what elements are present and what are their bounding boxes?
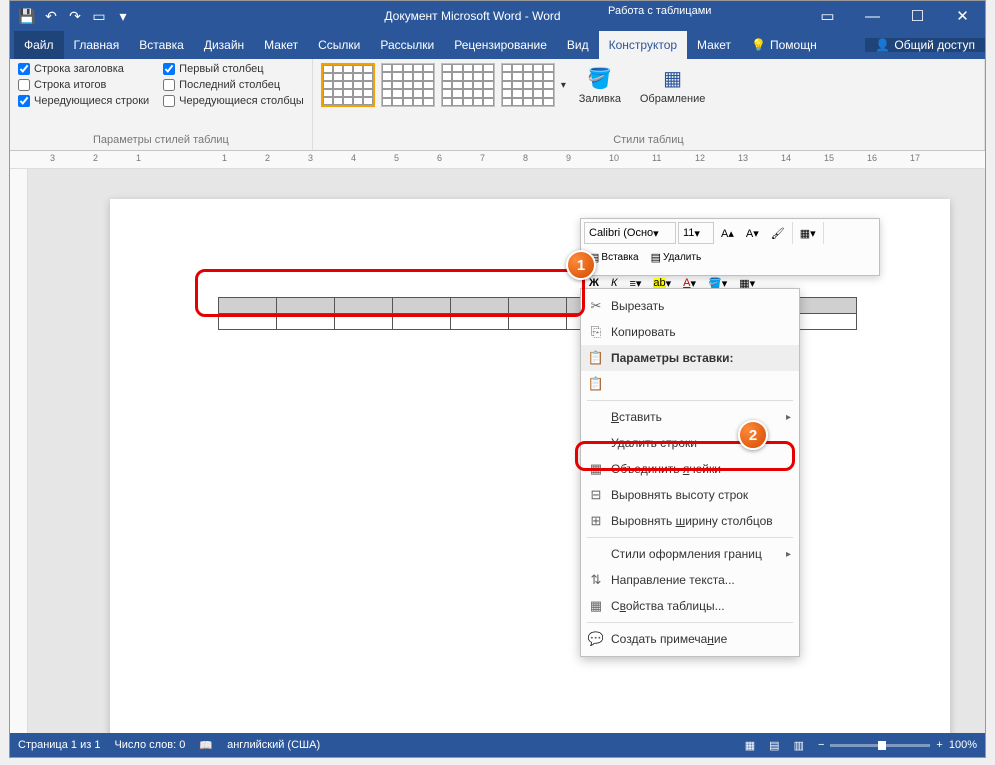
view-print-icon[interactable]: ▤ xyxy=(769,739,779,752)
tab-table-layout[interactable]: Макет xyxy=(687,31,741,59)
chk-header-row[interactable]: Строка заголовка xyxy=(18,63,149,75)
annotation-badge-2: 2 xyxy=(738,420,768,450)
undo-icon[interactable]: ↶ xyxy=(40,5,62,27)
merge-cells-icon: ▦ xyxy=(587,461,605,477)
zoom-slider[interactable]: − + 100% xyxy=(818,739,977,751)
zoom-out-icon[interactable]: − xyxy=(818,739,824,751)
group-label: Параметры стилей таблиц xyxy=(18,134,304,146)
context-menu: ✂Вырезать ⎘Копировать 📋Параметры вставки… xyxy=(580,288,800,657)
view-read-icon[interactable]: ▦ xyxy=(745,739,755,752)
table-style-4[interactable] xyxy=(501,63,555,107)
paste-icon: 📋 xyxy=(587,350,605,366)
status-bar: Страница 1 из 1 Число слов: 0 📖 английск… xyxy=(10,733,985,757)
ribbon-tabs: Файл Главная Вставка Дизайн Макет Ссылки… xyxy=(10,31,985,59)
redo-icon[interactable]: ↷ xyxy=(64,5,86,27)
styles-more-icon[interactable]: ▾ xyxy=(561,80,566,91)
vertical-ruler[interactable] xyxy=(10,169,28,733)
ctx-copy[interactable]: ⎘Копировать xyxy=(581,319,799,345)
paste-formatting-icon: 📋 xyxy=(587,376,605,392)
comment-icon: 💬 xyxy=(587,631,605,647)
borders-button[interactable]: ▦Обрамление xyxy=(634,64,712,107)
ctx-new-comment[interactable]: 💬Создать примечание xyxy=(581,626,799,652)
tab-file[interactable]: Файл xyxy=(14,31,64,59)
zoom-value[interactable]: 100% xyxy=(949,739,977,751)
group-style-options: Строка заголовка Строка итогов Чередующи… xyxy=(10,59,313,150)
horizontal-ruler[interactable]: 3211234567891011121314151617 xyxy=(10,151,985,169)
status-page[interactable]: Страница 1 из 1 xyxy=(18,739,100,751)
table-style-1[interactable] xyxy=(321,63,375,107)
ctx-distribute-rows[interactable]: ⊟Выровнять высоту строк xyxy=(581,482,799,508)
copy-icon: ⎘ xyxy=(587,324,605,340)
tab-constructor[interactable]: Конструктор xyxy=(599,31,687,59)
tab-design[interactable]: Дизайн xyxy=(194,31,254,59)
save-icon[interactable]: 💾 xyxy=(16,5,38,27)
spellcheck-icon[interactable]: 📖 xyxy=(199,739,213,752)
dist-cols-icon: ⊞ xyxy=(587,513,605,529)
tab-view[interactable]: Вид xyxy=(557,31,599,59)
ctx-border-styles[interactable]: Стили оформления границ▸ xyxy=(581,541,799,567)
ribbon: Строка заголовка Строка итогов Чередующи… xyxy=(10,59,985,151)
table-style-mini-icon[interactable]: ▦▾ xyxy=(795,222,821,244)
table-props-icon: ▦ xyxy=(587,598,605,614)
chk-total-row[interactable]: Строка итогов xyxy=(18,79,149,91)
close-button[interactable]: ✕ xyxy=(940,1,985,31)
ctx-text-direction[interactable]: ⇅Направление текста... xyxy=(581,567,799,593)
chk-last-col[interactable]: Последний столбец xyxy=(163,79,304,91)
qat-dropdown-icon[interactable]: ▾ xyxy=(112,5,134,27)
ctx-table-properties[interactable]: ▦Свойства таблицы... xyxy=(581,593,799,619)
ctx-cut[interactable]: ✂Вырезать xyxy=(581,293,799,319)
title-bar: 💾 ↶ ↷ ▭ ▾ Документ Microsoft Word - Word… xyxy=(10,1,985,31)
maximize-button[interactable]: ☐ xyxy=(895,1,940,31)
tell-me[interactable]: 💡Помощн xyxy=(741,38,827,52)
contextual-tab-label: Работа с таблицами xyxy=(608,5,711,17)
ribbon-options-icon[interactable]: ▭ xyxy=(805,1,850,31)
styles-group-label: Стили таблиц xyxy=(321,134,976,146)
text-dir-icon: ⇅ xyxy=(587,572,605,588)
shading-button[interactable]: 🪣Заливка xyxy=(572,64,628,107)
table-style-2[interactable] xyxy=(381,63,435,107)
table-style-3[interactable] xyxy=(441,63,495,107)
mini-toolbar: Calibri (Осно ▾ 11 ▾ A▴ A▾ 🖌 ▦▾ ▤Вставка… xyxy=(580,218,880,276)
cut-icon: ✂ xyxy=(587,298,605,314)
tab-insert[interactable]: Вставка xyxy=(129,31,194,59)
font-family-combo[interactable]: Calibri (Осно ▾ xyxy=(584,222,676,244)
annotation-badge-1: 1 xyxy=(566,250,596,280)
ctx-paste-keep-formatting[interactable]: 📋 xyxy=(581,371,799,397)
ctx-distribute-cols[interactable]: ⊞Выровнять ширину столбцов xyxy=(581,508,799,534)
delete-mini[interactable]: ▤Удалить xyxy=(646,246,707,268)
grow-font-icon[interactable]: A▴ xyxy=(716,222,739,244)
chk-first-col[interactable]: Первый столбец xyxy=(163,63,304,75)
format-painter-icon[interactable]: 🖌 xyxy=(766,222,790,244)
view-web-icon[interactable]: ▥ xyxy=(794,739,804,752)
status-words[interactable]: Число слов: 0 xyxy=(114,739,185,751)
font-size-combo[interactable]: 11 ▾ xyxy=(678,222,714,244)
status-language[interactable]: английский (США) xyxy=(227,739,320,751)
minimize-button[interactable]: — xyxy=(850,1,895,31)
tab-mailings[interactable]: Рассылки xyxy=(370,31,444,59)
share-button[interactable]: 👤Общий доступ xyxy=(865,38,985,52)
shrink-font-icon[interactable]: A▾ xyxy=(741,222,764,244)
chk-banded-rows[interactable]: Чередующиеся строки xyxy=(18,95,149,107)
app-window: 💾 ↶ ↷ ▭ ▾ Документ Microsoft Word - Word… xyxy=(9,0,986,758)
new-doc-icon[interactable]: ▭ xyxy=(88,5,110,27)
tab-references[interactable]: Ссылки xyxy=(308,31,370,59)
tab-home[interactable]: Главная xyxy=(64,31,130,59)
ctx-paste-options-header: 📋Параметры вставки: xyxy=(581,345,799,371)
ctx-insert[interactable]: Вставить▸ xyxy=(581,404,799,430)
tab-layout[interactable]: Макет xyxy=(254,31,308,59)
ctx-merge-cells[interactable]: ▦Объединить ячейки xyxy=(581,456,799,482)
chk-banded-cols[interactable]: Чередующиеся столбцы xyxy=(163,95,304,107)
zoom-in-icon[interactable]: + xyxy=(936,739,942,751)
group-table-styles: ▾ 🪣Заливка ▦Обрамление Стили таблиц xyxy=(313,59,985,150)
document-page[interactable] xyxy=(110,199,950,733)
tab-review[interactable]: Рецензирование xyxy=(444,31,557,59)
dist-rows-icon: ⊟ xyxy=(587,487,605,503)
